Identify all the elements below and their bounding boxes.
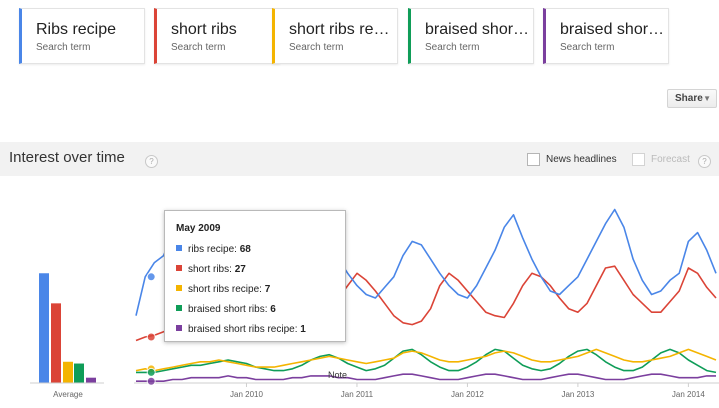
interest-over-time-chart[interactable]: Average Jan 2010 Jan 2011 Jan 2012 Jan 2013… — [0, 176, 719, 408]
search-term-name: short ribs — [171, 21, 237, 38]
tooltip-value: 7 — [264, 284, 271, 295]
tooltip-value: 1 — [300, 324, 306, 335]
forecast-help-icon[interactable]: ? — [698, 155, 711, 168]
average-bar-0 — [39, 273, 49, 383]
share-label: Share — [675, 93, 703, 104]
news-headlines-checkbox[interactable] — [527, 153, 540, 166]
legend-swatch — [176, 325, 182, 331]
legend-swatch — [176, 265, 182, 271]
tooltip-value: 6 — [270, 304, 276, 315]
x-tick-label: Jan 2012 — [451, 390, 484, 399]
tooltip-term: short ribs recipe — [188, 284, 260, 295]
search-term-label: Search term — [36, 42, 91, 53]
forecast-label: Forecast — [651, 154, 690, 165]
tooltip-row: braised short ribs recipe: 1 — [176, 324, 306, 335]
hover-tooltip: May 2009 ribs recipe: 68 short ribs: 27 … — [164, 210, 346, 342]
tooltip-value: 27 — [234, 264, 246, 275]
search-term-label: Search term — [289, 42, 344, 53]
search-terms-bar: Ribs recipe Search term short ribs Searc… — [0, 0, 719, 80]
tooltip-term: short ribs — [188, 264, 230, 275]
hover-marker — [146, 376, 156, 386]
x-tick-label: Jan 2013 — [561, 390, 594, 399]
tooltip-value: 68 — [239, 244, 251, 255]
x-tick-label: Jan 2014 — [672, 390, 705, 399]
search-term-label: Search term — [560, 42, 615, 53]
search-term-card-braised-short-ribs-recipe[interactable]: braised short ribs recipe Search term — [543, 8, 669, 64]
section-title: Interest over time — [9, 149, 125, 166]
tooltip-row: ribs recipe: 68 — [176, 244, 251, 255]
tooltip-row: braised short ribs: 6 — [176, 304, 276, 315]
average-bar-3 — [74, 363, 84, 383]
legend-swatch — [176, 285, 182, 291]
annotation-note[interactable]: Note — [328, 370, 347, 380]
news-headlines-label[interactable]: News headlines — [546, 154, 617, 165]
hover-markers — [146, 272, 156, 386]
chevron-down-icon: ▼ — [703, 94, 711, 103]
search-term-name: braised short ribs — [425, 21, 531, 38]
share-button[interactable]: Share ▼ — [667, 89, 717, 108]
search-term-card-short-ribs-recipe[interactable]: short ribs recipe Search term — [272, 8, 398, 64]
search-term-name: Ribs recipe — [36, 21, 117, 38]
average-bar-4 — [86, 377, 96, 383]
series-line-braised-short-ribs-recipe — [136, 373, 716, 382]
average-label: Average — [53, 390, 83, 399]
forecast-checkbox[interactable] — [632, 153, 645, 166]
average-bars — [39, 273, 96, 383]
average-bar-2 — [63, 361, 73, 383]
search-term-card-ribs-recipe[interactable]: Ribs recipe Search term — [19, 8, 145, 64]
tooltip-row: short ribs: 27 — [176, 264, 246, 275]
hover-marker — [146, 332, 156, 342]
x-tick-label: Jan 2010 — [230, 390, 263, 399]
search-term-card-short-ribs[interactable]: short ribs Search term — [154, 8, 280, 64]
tooltip-term: braised short ribs recipe — [188, 324, 295, 335]
help-icon[interactable]: ? — [145, 155, 158, 168]
legend-swatch — [176, 245, 182, 251]
hover-marker — [146, 272, 156, 282]
average-axis: Average — [30, 382, 104, 399]
tooltip-row: short ribs recipe: 7 — [176, 284, 270, 295]
search-term-label: Search term — [171, 42, 226, 53]
search-term-name: braised short ribs recipe — [560, 21, 666, 38]
search-term-name: short ribs recipe — [289, 21, 395, 38]
tooltip-term: braised short ribs — [188, 304, 265, 315]
legend-swatch — [176, 305, 182, 311]
x-tick-label: Jan 2011 — [341, 390, 374, 399]
search-term-label: Search term — [425, 42, 480, 53]
series-line-short-ribs-recipe — [135, 348, 717, 372]
tooltip-term: ribs recipe — [188, 244, 235, 255]
tooltip-date: May 2009 — [176, 223, 221, 234]
search-term-card-braised-short-ribs[interactable]: braised short ribs Search term — [408, 8, 534, 64]
average-bar-1 — [51, 303, 61, 383]
hover-marker — [146, 367, 156, 377]
x-axis: Jan 2010 Jan 2011 Jan 2012 Jan 2013 Jan 2014 — [230, 383, 705, 399]
